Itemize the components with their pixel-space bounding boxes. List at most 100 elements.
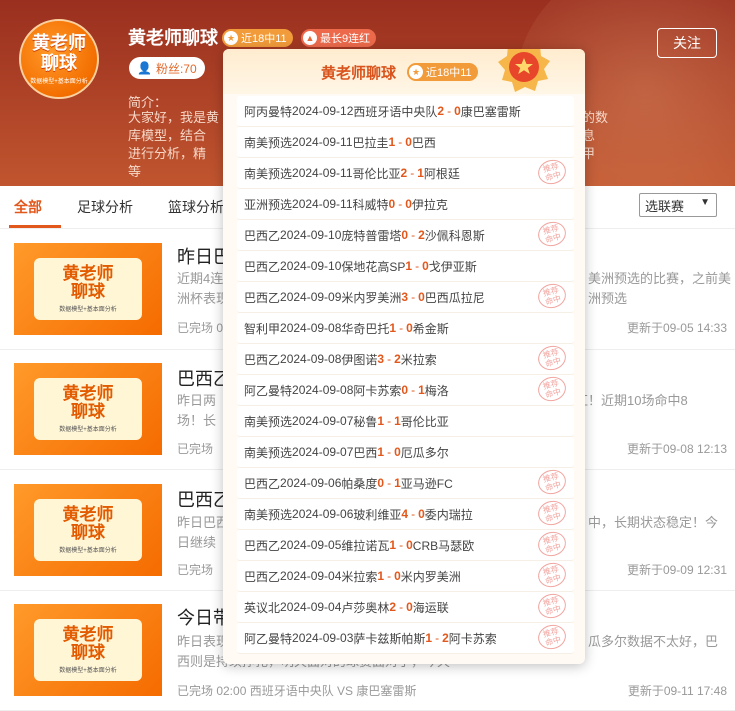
record-away-team: 米内罗美洲 — [400, 569, 461, 584]
popup-record-text: 近18中11 — [426, 67, 472, 79]
follow-button[interactable]: 关注 — [657, 28, 717, 58]
record-row[interactable]: 南美预选 2024-09-11 哥伦比亚 2-1 阿根廷 推荐 命中 — [237, 156, 574, 189]
thumb-subtext: 数据模型+基本面分析 — [59, 668, 117, 674]
record-row[interactable]: 亚洲预选 2024-09-11 科威特 0-0 伊拉克 — [237, 189, 574, 220]
record-list: 阿丙曼特 2024-09-12 西班牙语中央队 2-0 康巴塞雷斯 南美预选 2024… — [237, 96, 574, 654]
record-away-team: 伊拉克 — [411, 197, 448, 212]
league-select-label: 选联赛 — [645, 198, 685, 214]
hit-stamp-icon: 推荐 命中 — [535, 466, 569, 498]
record-away-team: 米拉索 — [400, 352, 437, 367]
record-league: 亚洲预选 — [244, 197, 293, 212]
record-away-team: 巴西瓜拉尼 — [424, 290, 485, 305]
record-away-team: 巴西 — [411, 135, 436, 150]
summary-line: 洲杯表现 — [177, 291, 230, 306]
record-away-score: 2 — [394, 352, 401, 366]
intro-right-fragment: 的数 — [582, 110, 609, 125]
record-home-team: 华奇巴托 — [341, 321, 390, 336]
record-row[interactable]: 巴西乙 2024-09-04 米拉索 1-0 米内罗美洲 推荐 命中 — [237, 559, 574, 592]
thumb-text-1: 黄老师 — [62, 625, 114, 645]
summary-line: 场！长 — [177, 413, 217, 428]
record-away-score: 0 — [406, 600, 413, 614]
record-row[interactable]: 阿乙曼特 2024-09-08 阿卡苏索 0-1 梅洛 推荐 命中 — [237, 373, 574, 406]
record-away-score: 0 — [394, 445, 401, 459]
record-away-score: 0 — [454, 104, 461, 118]
record-away-score: 1 — [417, 166, 424, 180]
record-home-team: 保地花高SP — [341, 259, 406, 274]
record-away-team: 康巴塞雷斯 — [460, 104, 521, 119]
score-separator: - — [411, 290, 416, 304]
record-home-score: 3 — [401, 290, 409, 304]
score-separator: - — [387, 414, 392, 428]
article-match-info: 已完场 02:00 西班牙语中央队 VS 康巴塞雷斯 — [177, 684, 417, 698]
record-date: 2024-09-11 — [292, 135, 353, 149]
record-row[interactable]: 阿乙曼特 2024-09-03 萨卡兹斯帕斯 1-2 阿卡苏索 推荐 命中 — [237, 621, 574, 654]
article-updated: 更新于09-11 17:48 — [627, 684, 727, 698]
thumb-text-2: 聊球 — [71, 523, 105, 543]
record-date: 2024-09-06 — [292, 507, 354, 521]
avatar[interactable]: 黄老师 聊球 数据模型+基本面分析 — [19, 19, 99, 99]
record-home-team: 米拉索 — [341, 569, 378, 584]
record-date: 2024-09-08 — [280, 352, 342, 366]
record-away-score: 1 — [394, 476, 401, 490]
score-separator: - — [410, 166, 415, 180]
tab-all[interactable]: 全部 — [14, 197, 42, 217]
record-row[interactable]: 南美预选 2024-09-06 玻利维亚 4-0 委内瑞拉 推荐 命中 — [237, 497, 574, 530]
record-away-score: 0 — [394, 569, 401, 583]
record-row[interactable]: 巴西乙 2024-09-09 米内罗美洲 3-0 巴西瓜拉尼 推荐 命中 — [237, 280, 574, 313]
record-date: 2024-09-07 — [292, 414, 354, 428]
chevron-down-icon: ▼ — [700, 197, 710, 208]
record-row[interactable]: 英议北 2024-09-04 卢莎奥林 2-0 海运联 推荐 命中 — [237, 590, 574, 623]
record-home-team: 米内罗美洲 — [341, 290, 402, 305]
thumb-text-2: 聊球 — [71, 643, 105, 663]
record-away-score: 1 — [394, 414, 401, 428]
record-league: 南美预选 — [244, 414, 293, 429]
record-league: 南美预选 — [244, 507, 293, 522]
record-row[interactable]: 巴西乙 2024-09-08 伊图诺 3-2 米拉索 推荐 命中 — [237, 342, 574, 375]
hit-stamp-icon: 推荐 命中 — [535, 156, 569, 188]
record-date: 2024-09-05 — [280, 538, 342, 552]
article-thumbnail: 黄老师 聊球数据模型+基本面分析 — [14, 604, 162, 696]
record-row[interactable]: 巴西乙 2024-09-05 维拉诺瓦 1-0 CRB马瑟欧 推荐 命中 — [237, 528, 574, 561]
summary-line: 近期4连 — [177, 271, 224, 286]
score-separator: - — [398, 135, 403, 149]
record-home-score: 1 — [389, 321, 397, 335]
record-date: 2024-09-07 — [292, 445, 354, 459]
article-updated: 更新于09-05 14:33 — [626, 321, 727, 335]
record-row[interactable]: 南美预选 2024-09-07 巴西 1-0 厄瓜多尔 — [237, 437, 574, 468]
record-away-team: 哥伦比亚 — [400, 414, 449, 429]
hit-stamp-icon: 推荐 命中 — [535, 528, 569, 560]
article-thumbnail: 黄老师 聊球 数据模型+基本面分析 — [14, 484, 162, 576]
record-row[interactable]: 南美预选 2024-09-07 秘鲁 1-1 哥伦比亚 — [237, 406, 574, 437]
summary-line: 美洲预选的比赛，之前美 — [588, 271, 732, 286]
record-home-score: 4 — [401, 507, 409, 521]
league-select[interactable]: 选联赛 ▼ — [639, 193, 717, 217]
article-updated: 更新于09-08 12:13 — [626, 442, 727, 456]
record-league: 南美预选 — [244, 445, 293, 460]
record-date: 2024-09-11 — [292, 197, 353, 211]
score-separator: - — [387, 445, 392, 459]
record-date: 2024-09-06 — [280, 476, 342, 490]
record-row[interactable]: 巴西乙 2024-09-10 庞特普雷塔 0-2 沙佩科恩斯 推荐 命中 — [237, 218, 574, 251]
record-home-team: 科威特 — [352, 197, 389, 212]
record-date: 2024-09-03 — [292, 631, 354, 645]
record-away-team: 海运联 — [412, 600, 449, 615]
record-home-team: 玻利维亚 — [353, 507, 402, 522]
record-row[interactable]: 阿丙曼特 2024-09-12 西班牙语中央队 2-0 康巴塞雷斯 — [237, 96, 574, 127]
record-away-team: 阿根廷 — [423, 166, 460, 181]
thumb-text-2: 聊球 — [71, 282, 105, 302]
record-row[interactable]: 智利甲 2024-09-08 华奇巴托 1-0 希金斯 — [237, 313, 574, 344]
record-home-score: 2 — [400, 166, 408, 180]
record-away-team: 亚马逊FC — [400, 476, 453, 491]
record-home-score: 1 — [377, 569, 385, 583]
tab-basketball[interactable]: 篮球分析 — [168, 197, 224, 217]
record-away-score: 2 — [442, 631, 449, 645]
record-row[interactable]: 巴西乙 2024-09-06 帕桑度 0-1 亚马逊FC 推荐 命中 — [237, 466, 574, 499]
tab-football[interactable]: 足球分析 — [77, 197, 133, 217]
score-separator: - — [398, 197, 403, 211]
article-match-info: 已完场 — [177, 442, 214, 456]
record-away-score: 0 — [422, 259, 429, 273]
record-row[interactable]: 南美预选 2024-09-11 巴拉圭 1-0 巴西 — [237, 127, 574, 158]
popup-title: 黄老师聊球 — [321, 65, 397, 82]
record-row[interactable]: 巴西乙 2024-09-10 保地花高SP 1-0 戈伊亚斯 — [237, 251, 574, 282]
popup-header: 黄老师聊球 ★ 近18中11 — [223, 49, 585, 94]
